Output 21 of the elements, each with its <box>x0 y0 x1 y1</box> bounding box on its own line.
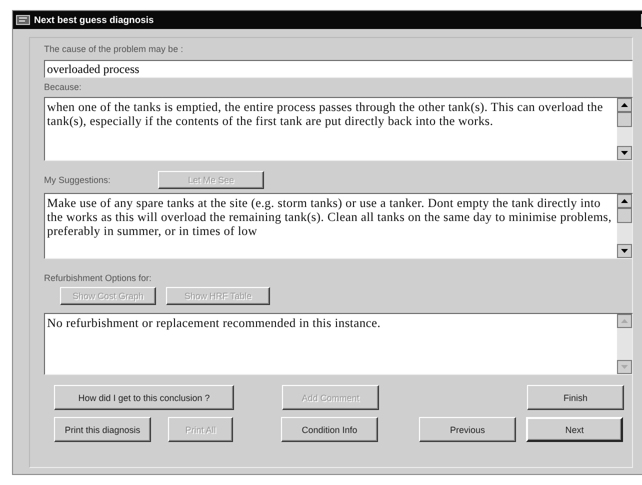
scrollbar[interactable] <box>617 98 632 160</box>
field-label: Refurbishment Options for: <box>44 273 153 283</box>
box-text: when one of the tanks is emptied, the entire process passes through the other tank(s). This can overload the tank(s), especially if the contents of the first tank are put directly back into the works. <box>46 99 604 130</box>
window-title: Next best guess diagnosis <box>34 14 154 26</box>
field-label: My Suggestions: <box>44 175 112 185</box>
box-text: Make use of any spare tanks at the site (e.g. storm tanks) or use a tanker. Dont empty the tank directly into the works as this will overload the remaining tank(s). Clean all tanks on the same day to minimise problems, preferably in summer, or in times of low <box>46 195 613 240</box>
dialog-button[interactable]: Previous <box>419 417 516 442</box>
text-box[interactable]: No refurbishment or replacement recommended in this instance. <box>44 313 633 375</box>
text-box[interactable]: when one of the tanks is emptied, the entire process passes through the other tank(s). This can overload the tank(s), especially if the contents of the first tank are put directly back into the works. <box>44 97 633 161</box>
cause-field[interactable]: overloaded process <box>44 60 633 78</box>
dialog-button[interactable]: Finish <box>527 385 624 410</box>
scrollbar[interactable] <box>617 194 632 258</box>
box-text: No refurbishment or replacement recommended in this instance. <box>46 315 382 332</box>
dialog-button[interactable]: Condition Info <box>281 417 378 442</box>
dialog-button[interactable]: Print this diagnosis <box>54 417 151 442</box>
dialog-button[interactable]: Next <box>526 417 623 442</box>
text-box[interactable] <box>44 193 633 259</box>
app-icon <box>16 15 30 25</box>
field-label: Because: <box>44 82 83 92</box>
dialog-button[interactable]: How did I get to this conclusion ? <box>54 385 234 410</box>
field-label: The cause of the problem may be : <box>44 44 184 54</box>
